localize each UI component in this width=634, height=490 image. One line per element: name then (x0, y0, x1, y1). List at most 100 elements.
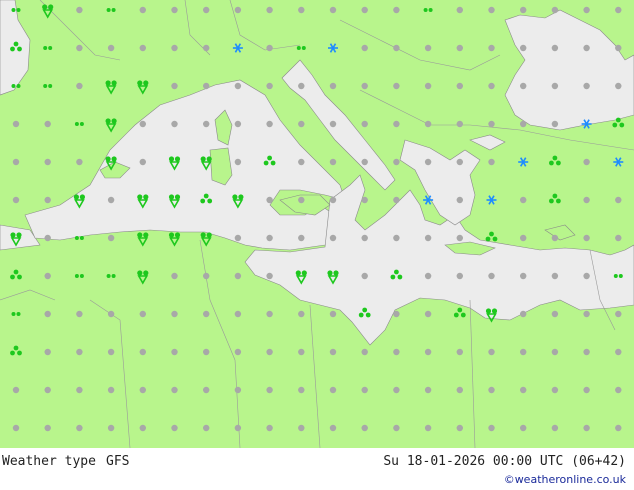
dry-dot-icon (171, 386, 178, 394)
dry-dot-icon (488, 44, 495, 52)
dry-dot-icon (393, 234, 400, 242)
dry-dot-icon (583, 272, 590, 280)
dry-dot-icon (393, 424, 400, 432)
dry-dot-icon (234, 272, 242, 280)
dry-dot-icon (424, 310, 432, 318)
weather-type-map (0, 0, 634, 448)
dry-dot-icon (583, 196, 590, 204)
dry-dot-icon (361, 424, 368, 432)
dry-dot-icon (266, 310, 273, 318)
dry-dot-icon (615, 6, 622, 14)
dry-dot-icon (298, 310, 305, 318)
model-label: GFS (106, 454, 130, 469)
dry-dot-icon (12, 196, 20, 204)
dry-dot-icon (551, 120, 559, 128)
dry-dot-icon (329, 196, 337, 204)
dry-dot-icon (456, 348, 463, 356)
dry-dot-icon (520, 120, 527, 128)
dry-dot-icon (424, 386, 432, 394)
dry-dot-icon (76, 44, 83, 52)
dry-dot-icon (76, 158, 83, 166)
dry-dot-icon (424, 158, 432, 166)
dry-dot-icon (44, 386, 51, 394)
dry-dot-icon (171, 82, 178, 90)
dry-dot-icon (76, 424, 83, 432)
dry-dot-icon (488, 348, 495, 356)
dry-dot-icon (615, 348, 622, 356)
dry-dot-icon (424, 44, 432, 52)
dry-dot-icon (44, 424, 51, 432)
dry-dot-icon (456, 386, 463, 394)
dry-dot-icon (171, 44, 178, 52)
dry-dot-icon (107, 348, 115, 356)
dry-dot-icon (520, 6, 527, 14)
dry-dot-icon (456, 158, 463, 166)
dry-dot-icon (361, 158, 368, 166)
dry-dot-icon (615, 82, 622, 90)
dry-dot-icon (329, 386, 337, 394)
dry-dot-icon (298, 348, 305, 356)
dry-dot-icon (107, 196, 115, 204)
dry-dot-icon (520, 348, 527, 356)
dry-dot-icon (393, 44, 400, 52)
dry-dot-icon (551, 348, 559, 356)
dry-dot-icon (329, 6, 337, 14)
dry-dot-icon (107, 310, 115, 318)
dry-dot-icon (456, 272, 463, 280)
dry-dot-icon (171, 424, 178, 432)
dry-dot-icon (361, 386, 368, 394)
dry-dot-icon (171, 120, 178, 128)
dry-dot-icon (44, 272, 51, 280)
dry-dot-icon (456, 424, 463, 432)
dry-dot-icon (488, 386, 495, 394)
dry-dot-icon (139, 6, 146, 14)
dry-dot-icon (203, 272, 210, 280)
credit-link[interactable]: ©weatheronline.co.uk (504, 473, 626, 486)
dry-dot-icon (488, 82, 495, 90)
dry-dot-icon (266, 196, 273, 204)
dry-dot-icon (44, 348, 51, 356)
dry-dot-icon (393, 158, 400, 166)
dry-dot-icon (298, 234, 305, 242)
dry-dot-icon (488, 120, 495, 128)
dry-dot-icon (329, 82, 337, 90)
dry-dot-icon (44, 234, 51, 242)
dry-dot-icon (329, 348, 337, 356)
dry-dot-icon (615, 310, 622, 318)
dry-dot-icon (456, 196, 463, 204)
dry-dot-icon (139, 348, 146, 356)
dry-dot-icon (44, 310, 51, 318)
dry-dot-icon (203, 424, 210, 432)
dry-dot-icon (551, 82, 559, 90)
dry-dot-icon (107, 44, 115, 52)
dry-dot-icon (171, 6, 178, 14)
dry-dot-icon (361, 196, 368, 204)
dry-dot-icon (266, 348, 273, 356)
dry-dot-icon (520, 310, 527, 318)
dry-dot-icon (393, 348, 400, 356)
dry-dot-icon (107, 386, 115, 394)
dry-dot-icon (520, 424, 527, 432)
dry-dot-icon (583, 6, 590, 14)
dry-dot-icon (298, 120, 305, 128)
dry-dot-icon (298, 424, 305, 432)
dry-dot-icon (583, 424, 590, 432)
dry-dot-icon (551, 310, 559, 318)
dry-dot-icon (266, 120, 273, 128)
dry-dot-icon (329, 234, 337, 242)
dry-dot-icon (298, 196, 305, 204)
dry-dot-icon (107, 424, 115, 432)
valid-time: Su 18-01-2026 00:00 UTC (06+42) (383, 454, 626, 469)
dry-dot-icon (203, 310, 210, 318)
dry-dot-icon (234, 6, 242, 14)
dry-dot-icon (234, 82, 242, 90)
dry-dot-icon (139, 120, 146, 128)
dry-dot-icon (76, 310, 83, 318)
dry-dot-icon (424, 234, 432, 242)
dry-dot-icon (488, 6, 495, 14)
dry-dot-icon (456, 234, 463, 242)
dry-dot-icon (583, 82, 590, 90)
dry-dot-icon (44, 158, 51, 166)
dry-dot-icon (329, 424, 337, 432)
dry-dot-icon (266, 6, 273, 14)
